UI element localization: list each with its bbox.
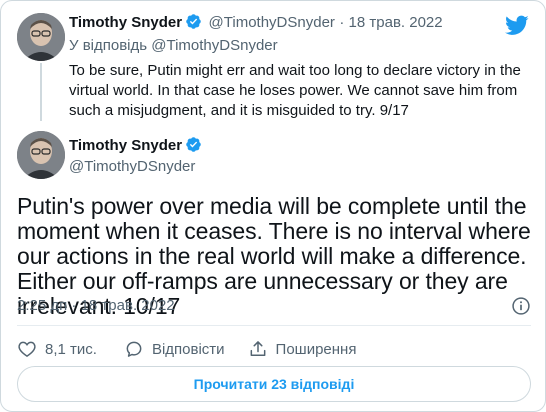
main-author-handle[interactable]: @TimothyDSnyder [69, 158, 195, 175]
share-icon [250, 341, 265, 356]
parent-tweet-header: Timothy Snyder @TimothyDSnyder · 18 трав… [69, 13, 443, 32]
tweet-embed-card: Timothy Snyder @TimothyDSnyder · 18 трав… [0, 0, 546, 412]
thread-connector [40, 63, 42, 121]
tweet-date[interactable]: · 18 трав. 2022 [339, 14, 442, 31]
tweet-timestamp[interactable]: 2:25 дп · 18 трав. 2022 [17, 297, 175, 314]
author-avatar[interactable] [17, 13, 65, 61]
info-icon[interactable] [511, 296, 531, 316]
verified-badge-icon [186, 137, 201, 152]
reply-icon [126, 341, 142, 357]
reply-to-label[interactable]: У відповідь @TimothyDSnyder [69, 37, 278, 54]
share-label: Поширення [275, 340, 357, 358]
main-tweet-header: Timothy Snyder [69, 136, 204, 155]
action-bar: 8,1 тис. Відповісти Поширення [17, 338, 356, 360]
avatar-photo [17, 13, 65, 61]
like-button[interactable]: 8,1 тис. [17, 339, 97, 359]
reply-label: Відповісти [151, 340, 225, 358]
author-name[interactable]: Timothy Snyder [69, 14, 182, 31]
parent-tweet-text: To be sure, Putin might err and wait too… [69, 62, 521, 119]
author-handle[interactable]: @TimothyDSnyder [209, 14, 335, 31]
divider [17, 325, 531, 326]
verified-badge-icon [186, 14, 201, 29]
main-author-avatar[interactable] [17, 131, 65, 179]
main-author-name[interactable]: Timothy Snyder [69, 137, 182, 154]
reply-button[interactable]: Відповісти [124, 339, 225, 359]
read-replies-button[interactable]: Прочитати 23 відповіді [17, 366, 531, 402]
share-button[interactable]: Поширення [248, 339, 357, 359]
heart-icon [18, 341, 36, 357]
twitter-logo-icon[interactable] [505, 13, 529, 37]
avatar-photo [17, 131, 65, 179]
like-count: 8,1 тис. [45, 340, 97, 358]
